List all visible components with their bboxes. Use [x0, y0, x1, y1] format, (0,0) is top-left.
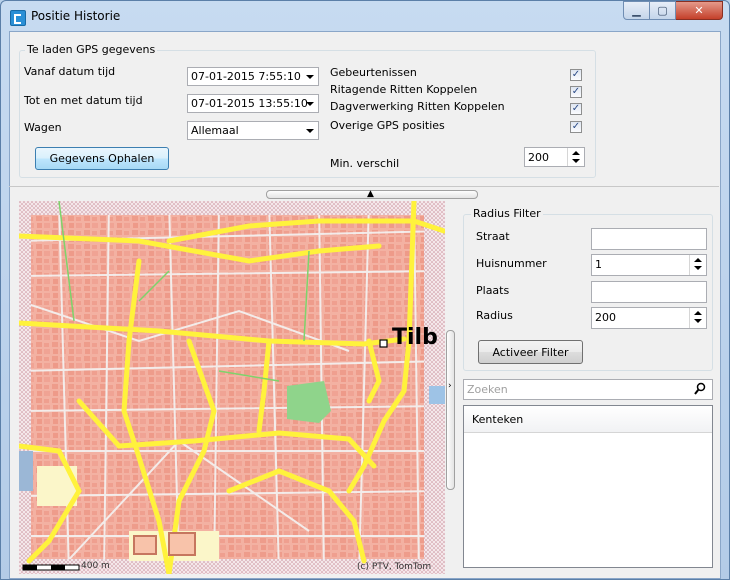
from-datetime-picker[interactable]: 07-01-2015 7:55:10 — [187, 67, 319, 86]
min-diff-label: Min. verschil — [330, 157, 400, 170]
map-city-label: Tilb — [392, 325, 438, 350]
radius-value: 200 — [595, 311, 616, 324]
spin-down-icon[interactable] — [694, 266, 702, 270]
events-checkbox[interactable]: ✓ — [570, 69, 582, 81]
spinner-buttons[interactable] — [689, 255, 706, 275]
window-title: Positie Historie — [31, 9, 121, 23]
vehicle-select-value: Allemaal — [191, 124, 239, 137]
street-label: Straat — [476, 230, 510, 243]
vehicle-select[interactable]: Allemaal — [187, 121, 319, 140]
map-copyright: (c) PTV, TomTom — [357, 562, 432, 572]
search-input[interactable]: Zoeken — [463, 379, 713, 400]
title-bar: Positie Historie ▁ ▢ ✕ — [1, 1, 729, 31]
to-label: Tot en met datum tijd — [24, 94, 143, 107]
list-header[interactable]: Kenteken — [464, 406, 712, 433]
to-datetime-picker[interactable]: 07-01-2015 13:55:10 — [187, 94, 319, 113]
house-number-label: Huisnummer — [476, 257, 547, 270]
search-icon[interactable] — [694, 382, 706, 399]
from-datetime-value: 07-01-2015 7:55:10 — [191, 70, 301, 83]
radius-spinner[interactable]: 200 — [591, 307, 707, 329]
maximize-button[interactable]: ▢ — [650, 1, 676, 20]
check-label-trip-link: Ritagende Ritten Koppelen — [330, 83, 478, 96]
vehicle-label: Wagen — [24, 121, 62, 134]
map-view[interactable]: Tilb 400 m (c) PTV, TomTom — [19, 201, 445, 574]
check-label-other-gps: Overige GPS posities — [330, 119, 445, 132]
close-button[interactable]: ✕ — [676, 1, 723, 20]
spin-down-icon[interactable] — [694, 319, 702, 323]
min-diff-value: 200 — [528, 151, 549, 164]
minimize-button[interactable]: ▁ — [623, 1, 650, 20]
day-processing-checkbox[interactable]: ✓ — [570, 103, 582, 115]
house-number-spinner[interactable]: 1 — [591, 254, 707, 276]
spin-down-icon[interactable] — [572, 159, 580, 163]
check-label-events: Gebeurtenissen — [330, 66, 417, 79]
radius-label: Radius — [476, 309, 513, 322]
chevron-right-icon: › — [448, 381, 452, 391]
vehicle-list[interactable]: Kenteken — [463, 405, 713, 568]
to-datetime-value: 07-01-2015 13:55:10 — [191, 97, 308, 110]
spinner-buttons[interactable] — [567, 148, 584, 166]
caption-buttons: ▁ ▢ ✕ — [623, 1, 723, 21]
column-header-license-plate: Kenteken — [472, 413, 524, 426]
gps-group-title: Te laden GPS gegevens — [25, 43, 158, 56]
house-number-value: 1 — [595, 258, 602, 271]
other-gps-checkbox[interactable]: ✓ — [570, 121, 582, 133]
place-label: Plaats — [476, 284, 510, 297]
collapse-top-handle[interactable]: ▲ — [266, 189, 478, 199]
chevron-down-icon[interactable] — [302, 95, 318, 112]
chevron-down-icon[interactable] — [302, 122, 318, 139]
street-input[interactable] — [591, 228, 707, 250]
spinner-buttons[interactable] — [689, 308, 706, 328]
fetch-data-button-label: Gegevens Ophalen — [49, 152, 155, 165]
horizontal-splitter[interactable] — [9, 186, 719, 187]
map-canvas — [19, 201, 445, 574]
search-placeholder: Zoeken — [467, 383, 508, 396]
radius-filter-title: Radius Filter — [471, 207, 543, 220]
collapse-side-handle[interactable]: › — [446, 330, 455, 490]
spin-up-icon[interactable] — [572, 151, 580, 155]
map-scale-label: 400 m — [81, 561, 110, 571]
from-label: Vanaf datum tijd — [24, 65, 116, 78]
app-icon — [10, 10, 26, 26]
check-label-day-processing: Dagverwerking Ritten Koppelen — [330, 100, 505, 113]
chevron-down-icon[interactable] — [302, 68, 318, 85]
spin-up-icon[interactable] — [694, 258, 702, 262]
activate-filter-button[interactable]: Activeer Filter — [478, 340, 583, 364]
map-scale-bar — [22, 564, 80, 571]
min-diff-spinner[interactable]: 200 — [524, 147, 585, 167]
spin-up-icon[interactable] — [694, 311, 702, 315]
fetch-data-button[interactable]: Gegevens Ophalen — [35, 147, 169, 170]
chevron-up-icon: ▲ — [367, 189, 374, 199]
activate-filter-button-label: Activeer Filter — [492, 345, 569, 359]
trip-link-checkbox[interactable]: ✓ — [570, 86, 582, 98]
place-input[interactable] — [591, 281, 707, 303]
